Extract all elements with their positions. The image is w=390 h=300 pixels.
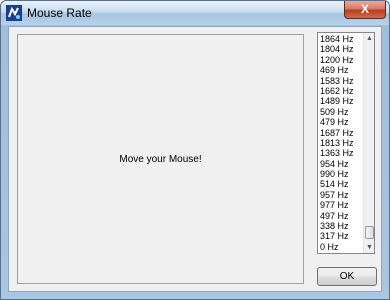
mouse-rate-app-icon	[6, 5, 22, 21]
rate-list-item[interactable]: 954 Hz	[320, 159, 360, 169]
rate-list: 1864 Hz 1804 Hz 1200 Hz 469 Hz 1583 Hz 1662 H…	[320, 34, 360, 252]
rate-list-item[interactable]: 509 Hz	[320, 107, 360, 117]
ok-button[interactable]: OK	[317, 267, 377, 286]
close-button[interactable]: X	[344, 1, 386, 19]
title-bar[interactable]: Mouse Rate	[1, 1, 389, 25]
rate-list-item[interactable]: 1662 Hz	[320, 86, 360, 96]
scroll-thumb[interactable]	[365, 226, 374, 239]
app-window: Mouse Rate X Move your Mouse! 1864 Hz 180…	[0, 0, 390, 300]
rate-list-item[interactable]: 1687 Hz	[320, 128, 360, 138]
rate-list-item[interactable]: 1200 Hz	[320, 55, 360, 65]
rate-list-item[interactable]: 977 Hz	[320, 200, 360, 210]
window-title: Mouse Rate	[27, 6, 92, 20]
rate-list-item[interactable]: 1864 Hz	[320, 34, 360, 44]
rate-list-item[interactable]: 1363 Hz	[320, 148, 360, 158]
rate-list-item[interactable]: 1813 Hz	[320, 138, 360, 148]
scroll-up-icon[interactable]: ▲	[364, 33, 374, 44]
rate-list-item[interactable]: 1583 Hz	[320, 76, 360, 86]
listbox-scrollbar[interactable]: ▲ ▼	[363, 33, 374, 253]
rate-list-item[interactable]: 317 Hz	[320, 231, 360, 241]
rate-list-item[interactable]: 957 Hz	[320, 190, 360, 200]
rate-list-item[interactable]: 497 Hz	[320, 211, 360, 221]
rate-list-item[interactable]: 469 Hz	[320, 65, 360, 75]
client-area: Move your Mouse! 1864 Hz 1804 Hz 1200 Hz 46…	[8, 26, 382, 292]
scroll-down-icon[interactable]: ▼	[364, 242, 374, 253]
rate-list-item[interactable]: 514 Hz	[320, 179, 360, 189]
rate-listbox[interactable]: 1864 Hz 1804 Hz 1200 Hz 469 Hz 1583 Hz 1662 H…	[317, 32, 375, 254]
close-icon: X	[360, 2, 369, 16]
rate-list-item[interactable]: 338 Hz	[320, 221, 360, 231]
rate-list-item[interactable]: 990 Hz	[320, 169, 360, 179]
move-mouse-instruction: Move your Mouse!	[119, 154, 202, 165]
rate-list-item[interactable]: 479 Hz	[320, 117, 360, 127]
rate-list-item[interactable]: 1804 Hz	[320, 44, 360, 54]
rate-list-item[interactable]: 0 Hz	[320, 242, 360, 252]
mouse-move-area[interactable]: Move your Mouse!	[17, 34, 304, 284]
rate-list-item[interactable]: 1489 Hz	[320, 96, 360, 106]
